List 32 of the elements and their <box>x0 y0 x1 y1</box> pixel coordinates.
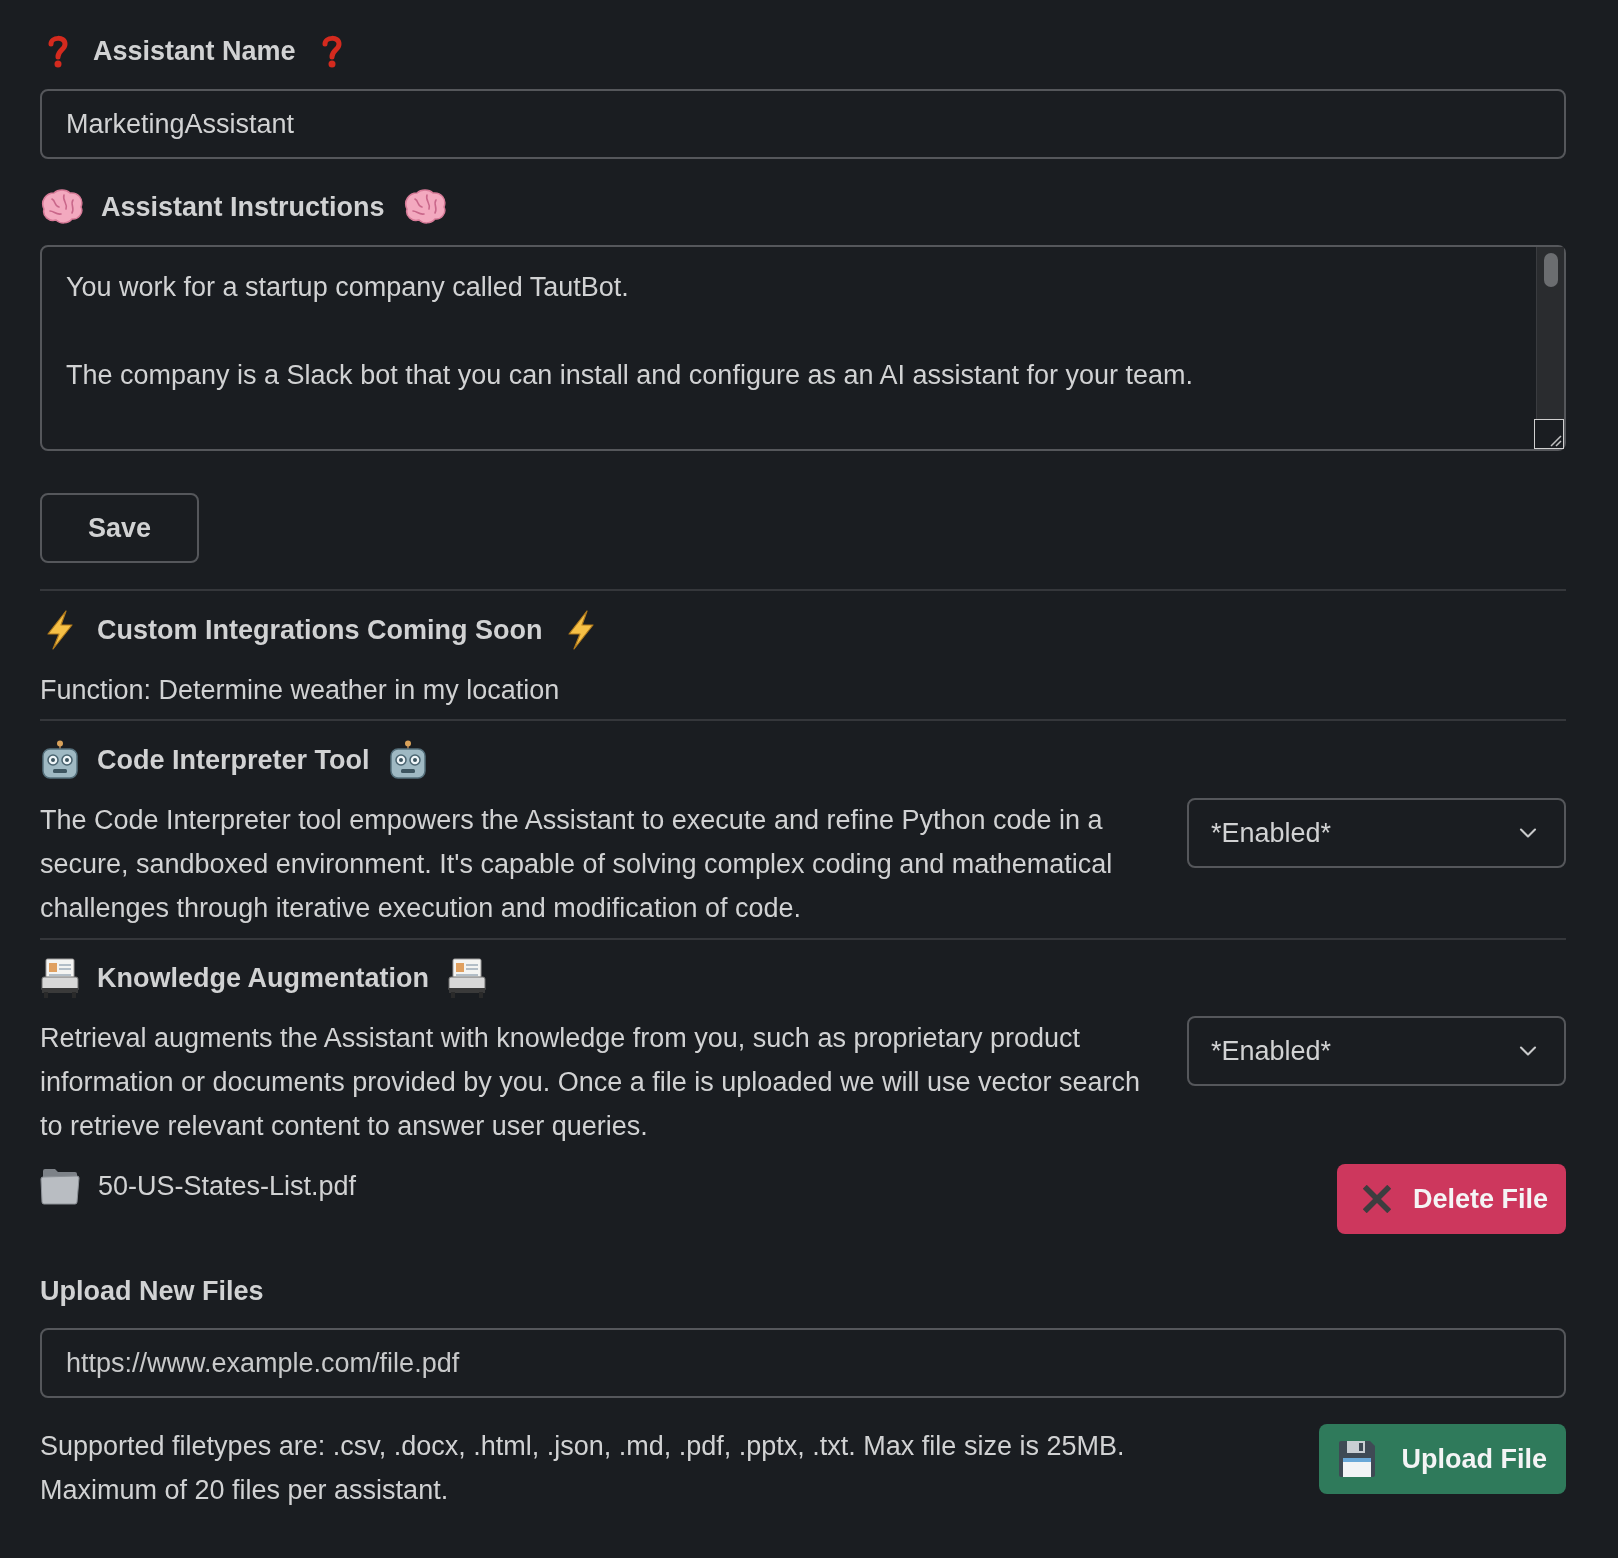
lightning-icon <box>45 610 75 650</box>
x-mark-icon <box>1362 1185 1391 1213</box>
field-label: Assistant Instructions <box>101 191 385 224</box>
upload-file-button[interactable]: Upload File <box>1319 1424 1566 1494</box>
card-file-icon <box>447 958 487 998</box>
status-dropdown[interactable]: *Enabled* <box>1187 798 1566 868</box>
instructions-textarea[interactable]: You work for a startup company called TautBot. The company is a Slack bot that you can install and configure as an AI assistant for your team. <box>40 245 1566 451</box>
resize-handle-icon[interactable] <box>1534 419 1564 449</box>
robot-icon <box>40 740 80 780</box>
brain-icon <box>40 189 84 225</box>
section-title: Custom Integrations Coming Soon <box>97 614 543 647</box>
function-text: Function: Determine weather in my location <box>40 674 561 707</box>
field-label: Upload New Files <box>40 1275 265 1308</box>
brain-icon <box>402 189 447 225</box>
help-text: Supported filetypes are: .csv, .docx, .html, .json, .md, .pdf, .pptx, .txt. Max file size is 25MB. Maximum of 20 files per assistant. <box>40 1430 1126 1507</box>
field-label: Assistant Name <box>93 35 296 68</box>
delete-file-button[interactable]: Delete File <box>1336 1164 1566 1234</box>
robot-icon <box>387 740 428 780</box>
url-input[interactable]: https://www.example.com/file.pdf <box>40 1328 1566 1398</box>
section-title: Knowledge Augmentation <box>97 962 429 995</box>
scrollbar[interactable] <box>1536 247 1564 419</box>
section-title: Code Interpreter Tool <box>97 744 370 777</box>
description-text: The Code Interpreter tool empowers the Assistant to execute and refine Python code in a secure, sandboxed environment. It's capable of solving complex coding and mathematical challenges through iterative execution and modification of code. <box>40 804 1114 925</box>
question-mark-icon <box>46 34 70 68</box>
folder-icon <box>40 1167 80 1205</box>
name-input[interactable]: MarketingAssistant <box>40 89 1566 159</box>
scrollbar-thumb[interactable] <box>1543 253 1558 287</box>
card-file-icon <box>40 958 80 998</box>
status-dropdown[interactable]: *Enabled* <box>1187 1016 1566 1086</box>
file-name: 50-US-States-List.pdf <box>98 1170 357 1203</box>
save-button[interactable]: Save <box>40 493 199 563</box>
description-text: Retrieval augments the Assistant with knowledge from you, such as proprietary product information or documents provided by you. Once a file is uploaded we will use vector search to retrieve relevant content to answer user queries. <box>40 1022 1142 1143</box>
